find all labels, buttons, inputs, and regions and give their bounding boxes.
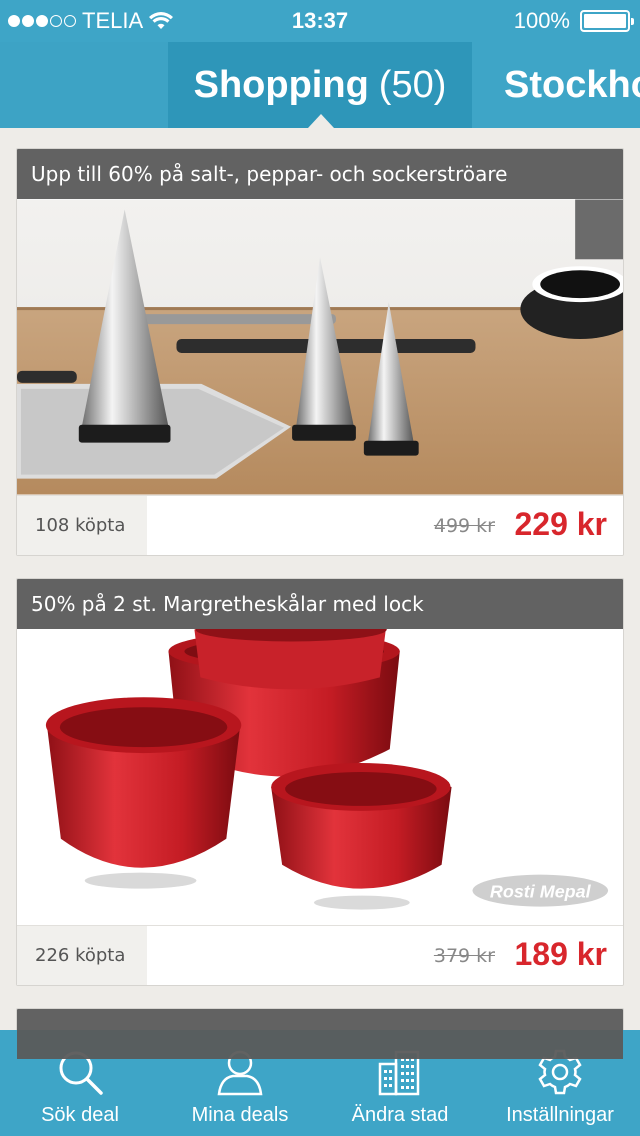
deal-price: 189 kr	[514, 936, 607, 972]
battery-group: 100%	[513, 8, 634, 34]
deal-footer: 226 köpta 379 kr 189 kr	[17, 925, 623, 985]
deal-price: 229 kr	[514, 506, 607, 542]
deal-title: 50% på 2 st. Margretheskålar med lock	[17, 579, 623, 629]
deal-image	[17, 199, 623, 495]
deal-title	[17, 1009, 623, 1059]
deal-card[interactable]: Upp till 60% på salt-, peppar- och socke…	[16, 148, 624, 556]
deal-footer: 108 köpta 499 kr 229 kr	[17, 495, 623, 555]
bought-count: 108 köpta	[17, 496, 147, 555]
original-price: 499 kr	[433, 515, 495, 537]
bought-count: 226 köpta	[17, 926, 147, 985]
deal-title: Upp till 60% på salt-, peppar- och socke…	[17, 149, 623, 199]
status-bar: TELIA 13:37 100%	[0, 0, 640, 42]
active-tab-pointer	[308, 114, 334, 128]
deal-card[interactable]: 50% på 2 st. Margretheskålar med lock Ro…	[16, 578, 624, 986]
tab-label: Stockholm	[504, 63, 640, 106]
tab-stockholm[interactable]: Stockholm	[472, 42, 640, 128]
nav-label: Mina deals	[191, 1104, 289, 1126]
tab-count: (50)	[378, 63, 447, 106]
original-price: 379 kr	[433, 945, 495, 967]
battery-icon	[580, 10, 634, 32]
nav-label: Ändra stad	[351, 1104, 449, 1126]
deal-image: Rosti Mepal	[17, 629, 623, 925]
battery-percent: 100%	[513, 8, 570, 33]
nav-label: Sök deal	[41, 1104, 119, 1126]
tab-label: Shopping	[193, 63, 369, 106]
brand-logo: Rosti Mepal	[490, 882, 592, 902]
tab-previous[interactable]	[0, 42, 168, 128]
nav-label: Inställningar	[506, 1104, 614, 1126]
